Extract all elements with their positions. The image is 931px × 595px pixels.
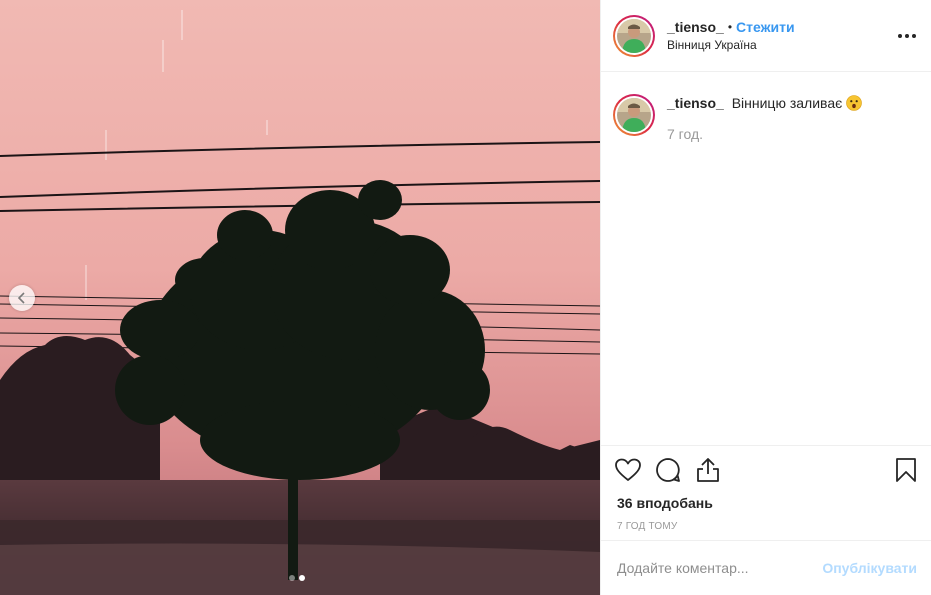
add-comment-form: Опублікувати (601, 540, 931, 595)
save-button[interactable] (891, 455, 921, 485)
carousel-prev-button[interactable] (9, 285, 35, 311)
caption-username[interactable]: _tienso_ (667, 95, 724, 111)
story-ring[interactable] (613, 14, 655, 57)
action-bar (601, 452, 931, 488)
share-icon (697, 458, 719, 482)
more-horizontal-icon (898, 34, 902, 38)
caption-time[interactable]: 7 год. (667, 126, 862, 142)
carousel-dot (289, 575, 295, 581)
share-button[interactable] (693, 455, 723, 485)
comment-icon (656, 458, 680, 482)
avatar (617, 18, 651, 53)
likes-count[interactable]: 36 вподобань (601, 488, 931, 511)
astonished-face-emoji (846, 95, 862, 111)
more-options-button[interactable] (897, 26, 917, 46)
more-dot (905, 34, 909, 38)
more-dot (912, 34, 916, 38)
chevron-left-icon (17, 292, 25, 304)
location-link[interactable]: Вінниця Україна (667, 38, 795, 52)
photo-pink-sky-tree (0, 0, 600, 595)
like-button[interactable] (613, 455, 643, 485)
comment-button[interactable] (653, 455, 683, 485)
comments-section: _tienso_ Вінницю заливає 7 год. (601, 72, 931, 446)
follow-button[interactable]: Стежити (736, 19, 795, 35)
bookmark-icon (896, 458, 916, 482)
post-photo[interactable] (0, 0, 600, 595)
instagram-post: _tienso_ • Стежити Вінниця Україна _tien… (0, 0, 931, 595)
carousel-dot-active (299, 575, 305, 581)
caption-story-ring[interactable] (613, 94, 655, 136)
heart-icon (615, 458, 641, 481)
carousel-indicator (289, 575, 305, 581)
comment-input[interactable] (617, 560, 823, 576)
post-side-panel: _tienso_ • Стежити Вінниця Україна _tien… (600, 0, 931, 595)
avatar (617, 98, 651, 132)
header-username[interactable]: _tienso_ (667, 19, 724, 35)
caption-text: Вінницю заливає (731, 95, 843, 111)
caption-comment: _tienso_ Вінницю заливає 7 год. (613, 94, 919, 142)
post-header: _tienso_ • Стежити Вінниця Україна (601, 0, 931, 72)
separator-dot: • (727, 20, 733, 34)
publish-button[interactable]: Опублікувати (822, 560, 917, 576)
